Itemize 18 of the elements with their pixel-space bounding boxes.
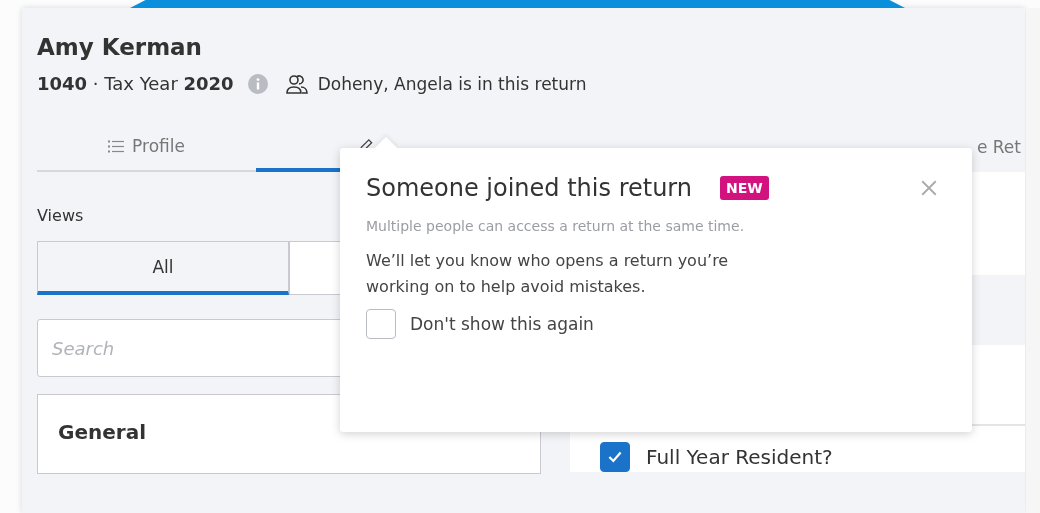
- popover-subtitle: Multiple people can access a return at the same time.: [366, 218, 746, 234]
- popover-title: Someone joined this return: [366, 174, 692, 202]
- presence-text: Doheny, Angela is in this return: [317, 73, 587, 94]
- view-segment[interactable]: All: [37, 241, 289, 295]
- popover-body: We’ll let you know who opens a return you’re working on to help avoid mistakes.: [366, 250, 730, 298]
- checkbox[interactable]: [600, 442, 630, 472]
- tab[interactable]: Profile: [37, 122, 256, 172]
- checkbox[interactable]: [366, 309, 396, 340]
- info-icon[interactable]: [247, 73, 268, 94]
- views-label: Views: [37, 206, 85, 225]
- new-badge: NEW: [720, 176, 769, 200]
- return-year: 1040 · Tax Year 2020: [37, 73, 234, 94]
- field-label: Full Year Resident?: [646, 445, 833, 469]
- list-icon: [108, 138, 125, 154]
- close-icon[interactable]: [920, 179, 938, 197]
- people-icon: [285, 73, 308, 94]
- client-name: Amy Kerman: [37, 34, 203, 60]
- section-title: General: [58, 420, 146, 444]
